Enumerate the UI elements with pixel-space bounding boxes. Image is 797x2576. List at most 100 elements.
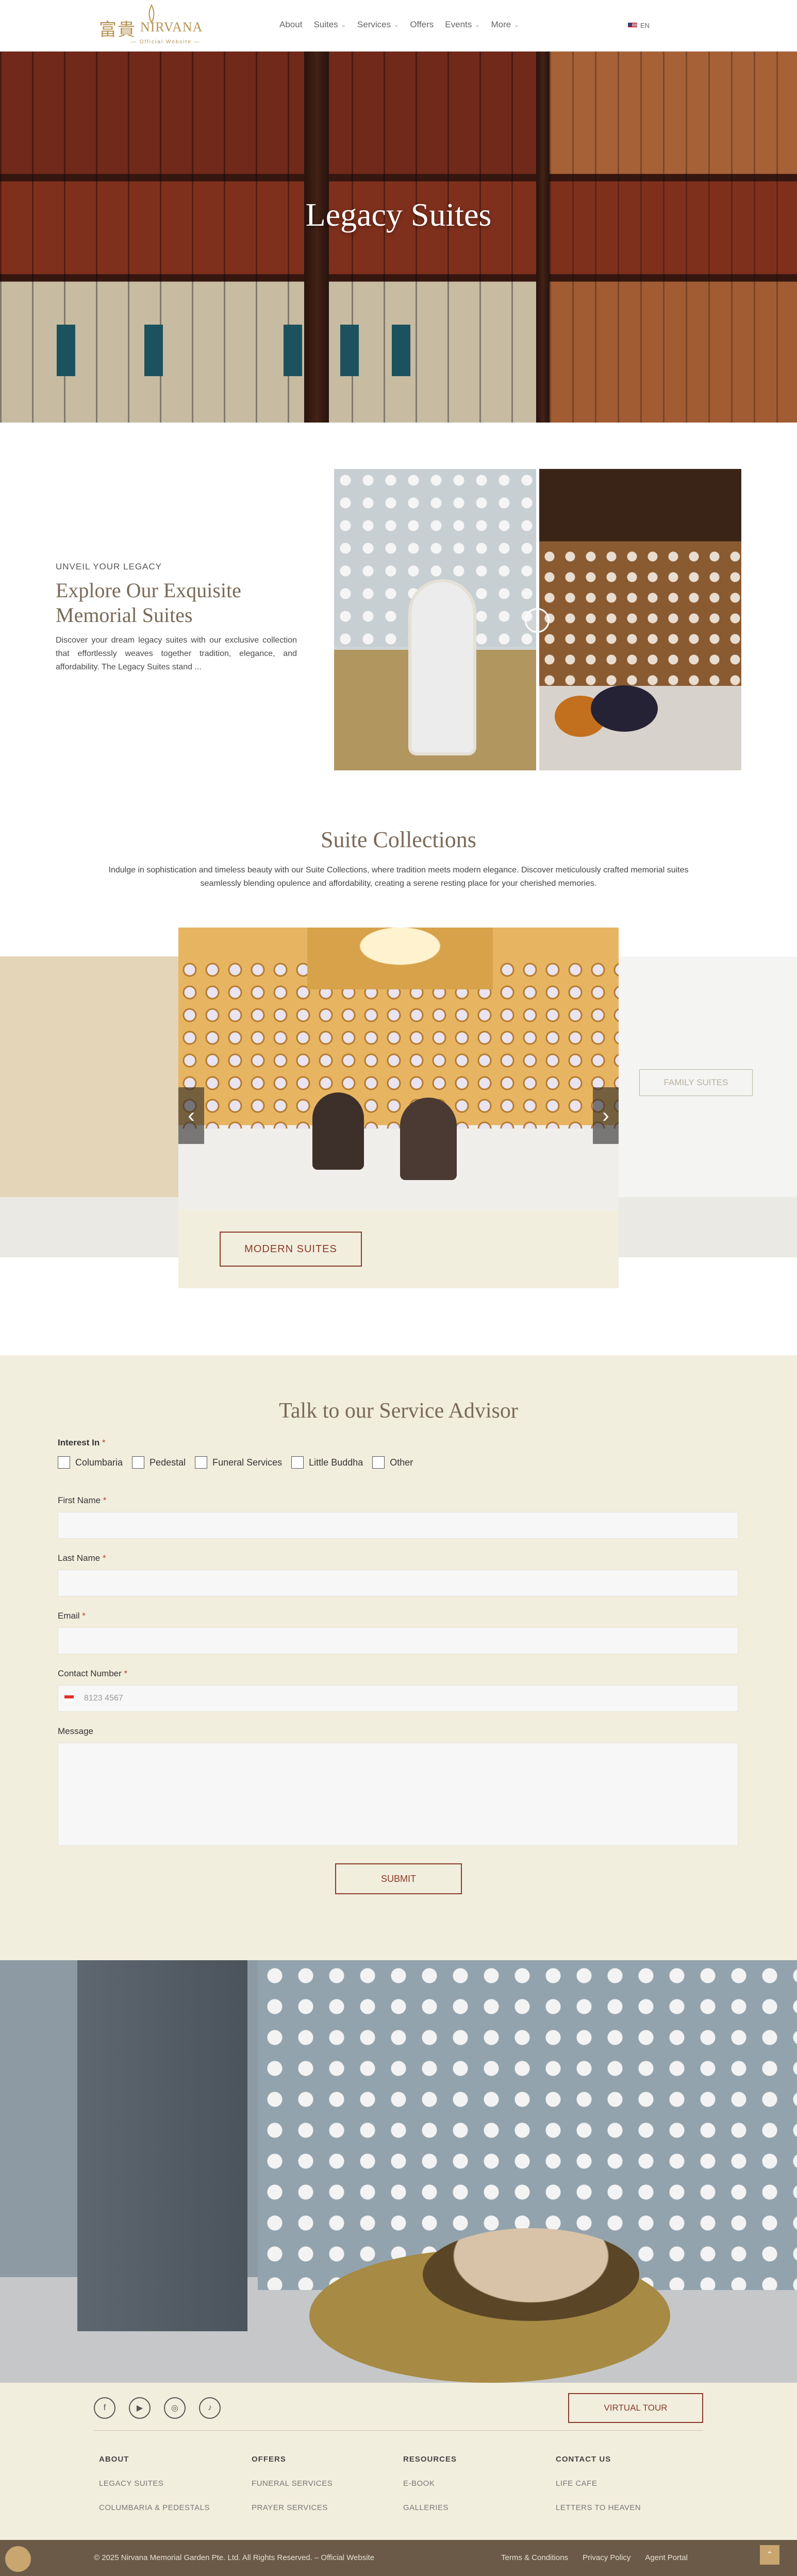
footer-heading: CONTACT US xyxy=(556,2455,611,2464)
service-advisor-form-section: Talk to our Service Advisor Interest In … xyxy=(0,1355,797,1960)
language-switcher[interactable]: EN xyxy=(628,22,650,29)
checkbox-pedestal[interactable]: Pedestal xyxy=(132,1456,186,1469)
youtube-icon[interactable]: ▶ xyxy=(129,2397,151,2419)
virtual-tour-button[interactable]: VIRTUAL TOUR xyxy=(568,2393,703,2423)
legal-links: Terms & Conditions Privacy Policy Agent … xyxy=(501,2553,688,2562)
family-suites-button[interactable]: FAMILY SUITES xyxy=(639,1069,753,1096)
message-label: Message xyxy=(58,1726,93,1736)
slide-fade xyxy=(619,956,797,1257)
privacy-link[interactable]: Privacy Policy xyxy=(583,2553,630,2562)
suites-title: Suite Collections xyxy=(321,827,476,852)
checkbox-label: Other xyxy=(390,1457,413,1468)
terms-link[interactable]: Terms & Conditions xyxy=(501,2553,568,2562)
footer-link[interactable]: COLUMBARIA & PEDESTALS xyxy=(99,2503,210,2512)
next-slide-preview[interactable] xyxy=(619,956,797,1257)
ottoman xyxy=(423,2228,639,2321)
first-name-field[interactable] xyxy=(58,1512,738,1539)
nav-suites-label: Suites xyxy=(313,20,338,29)
hero-title: Legacy Suites xyxy=(305,196,492,233)
last-name-field[interactable] xyxy=(58,1570,738,1596)
navy-stool xyxy=(591,685,658,732)
checkbox-box[interactable] xyxy=(195,1456,208,1469)
suite-interior-photo xyxy=(0,1960,797,2383)
facebook-icon[interactable]: f xyxy=(94,2397,115,2419)
ceiling-light xyxy=(307,928,493,989)
language-label: EN xyxy=(640,22,650,29)
checkbox-funeral-services[interactable]: Funeral Services xyxy=(195,1456,282,1469)
site-logo[interactable]: 富貴 NIRVANA — Official Website — xyxy=(98,4,211,47)
suite-photo-chair xyxy=(334,469,536,770)
footer-divider xyxy=(94,2430,703,2431)
chevron-down-icon: ⌄ xyxy=(341,22,346,28)
contact-number-field[interactable]: 8123 4567 xyxy=(58,1685,738,1712)
footer-link[interactable]: FUNERAL SERVICES xyxy=(252,2479,333,2488)
footer-col-contact: CONTACT US LIFE CAFE LETTERS TO HEAVEN xyxy=(556,2455,641,2528)
prev-slide-preview[interactable] xyxy=(0,956,178,1257)
chat-widget-icon[interactable] xyxy=(5,2546,31,2572)
chevron-down-icon: ⌄ xyxy=(394,22,399,28)
checkbox-columbaria[interactable]: Columbaria xyxy=(58,1456,123,1469)
nav-offers[interactable]: Offers xyxy=(410,20,434,30)
required-mark: * xyxy=(102,1553,106,1563)
required-mark: * xyxy=(82,1611,86,1621)
footer-link[interactable]: PRAYER SERVICES xyxy=(252,2503,333,2512)
footer-col-about: ABOUT LEGACY SUITES COLUMBARIA & PEDESTA… xyxy=(99,2455,210,2528)
checkbox-little-buddha[interactable]: Little Buddha xyxy=(291,1456,363,1469)
sg-flag-icon[interactable] xyxy=(64,1695,74,1702)
back-to-top-icon[interactable]: ⌃ xyxy=(760,2545,779,2565)
checkbox-box[interactable] xyxy=(58,1456,70,1469)
checkbox-box[interactable] xyxy=(372,1456,385,1469)
us-flag-icon xyxy=(628,22,637,29)
email-label: Email * xyxy=(58,1611,86,1621)
nav-more-label: More xyxy=(491,20,511,29)
footer-col-offers: OFFERS FUNERAL SERVICES PRAYER SERVICES xyxy=(252,2455,333,2528)
checkbox-label: Pedestal xyxy=(150,1457,186,1468)
first-name-label-text: First Name xyxy=(58,1495,101,1505)
intro-eyebrow: UNVEIL YOUR LEGACY xyxy=(56,562,162,571)
agent-portal-link[interactable]: Agent Portal xyxy=(645,2553,688,2562)
white-chair xyxy=(411,582,473,752)
site-header: 富貴 NIRVANA — Official Website — About Su… xyxy=(0,0,797,52)
checkbox-box[interactable] xyxy=(132,1456,145,1469)
contact-label-text: Contact Number xyxy=(58,1669,122,1678)
chevron-left-icon[interactable]: ‹ xyxy=(178,1087,204,1144)
nav-suites[interactable]: Suites ⌄ xyxy=(313,20,345,30)
email-label-text: Email xyxy=(58,1611,80,1621)
footer-bottom-bar: © 2025 Nirvana Memorial Garden Pte. Ltd.… xyxy=(0,2540,797,2576)
footer-heading: OFFERS xyxy=(252,2455,286,2464)
footer-link[interactable]: LEGACY SUITES xyxy=(99,2479,210,2488)
footer-heading: ABOUT xyxy=(99,2455,129,2464)
message-field[interactable] xyxy=(58,1743,738,1846)
lounge-chair xyxy=(312,1092,364,1170)
modern-suites-button[interactable]: MODERN SUITES xyxy=(220,1232,362,1267)
compare-slider-handle[interactable] xyxy=(525,608,550,633)
email-field[interactable] xyxy=(58,1627,738,1654)
contact-label: Contact Number * xyxy=(58,1669,127,1679)
footer-link[interactable]: GALLERIES xyxy=(403,2503,457,2512)
submit-button[interactable]: SUBMIT xyxy=(335,1863,462,1894)
nav-about[interactable]: About xyxy=(279,20,302,30)
site-footer: f ▶ ◎ ♪ VIRTUAL TOUR ABOUT LEGACY SUITES… xyxy=(0,2383,797,2540)
instagram-icon[interactable]: ◎ xyxy=(164,2397,186,2419)
footer-col-resources: RESOURCES E-BOOK GALLERIES xyxy=(403,2455,457,2528)
nav-offers-label: Offers xyxy=(410,20,434,29)
tiktok-icon[interactable]: ♪ xyxy=(199,2397,221,2419)
footer-link[interactable]: E-BOOK xyxy=(403,2479,457,2488)
hero-banner: Legacy Suites xyxy=(0,52,797,423)
suite-collections-section: Suite Collections Indulge in sophisticat… xyxy=(0,814,797,1355)
checkbox-box[interactable] xyxy=(291,1456,304,1469)
main-nav: About Suites ⌄ Services ⌄ Offers Events ⌄ M… xyxy=(279,20,519,30)
footer-link[interactable]: LIFE CAFE xyxy=(556,2479,641,2488)
nav-services[interactable]: Services ⌄ xyxy=(357,20,398,30)
nav-more[interactable]: More ⌄ xyxy=(491,20,519,30)
intro-body: Discover your dream legacy suites with o… xyxy=(56,636,297,671)
required-mark: * xyxy=(124,1669,128,1678)
nav-events[interactable]: Events ⌄ xyxy=(445,20,479,30)
checkbox-label: Little Buddha xyxy=(309,1457,363,1468)
footer-link[interactable]: LETTERS TO HEAVEN xyxy=(556,2503,641,2512)
checkbox-other[interactable]: Other xyxy=(372,1456,413,1469)
slide-fade xyxy=(0,956,178,1257)
chevron-right-icon[interactable]: › xyxy=(593,1087,619,1144)
required-mark: * xyxy=(102,1438,106,1447)
nav-events-label: Events xyxy=(445,20,472,29)
